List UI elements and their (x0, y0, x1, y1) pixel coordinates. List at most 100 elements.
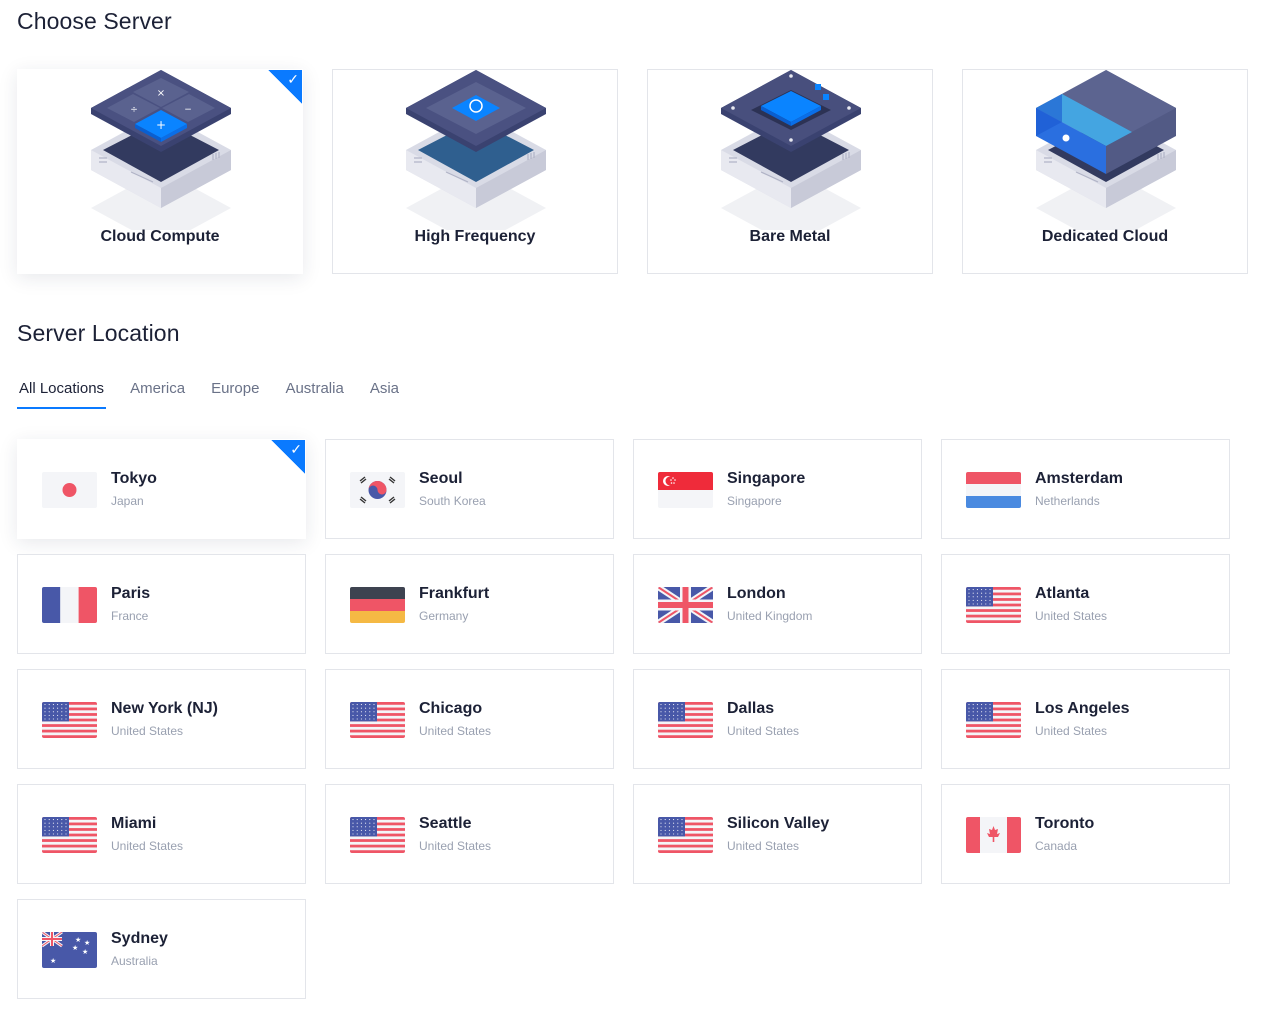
tab-label: Europe (211, 380, 260, 397)
flag-au-icon: ★ ★ ★ ★ ★ (42, 932, 97, 968)
location-city: Silicon Valley (727, 815, 830, 832)
location-country: United States (419, 724, 492, 738)
location-city: Toronto (1035, 815, 1095, 832)
tab-label: All Locations (19, 380, 105, 397)
svg-text:★: ★ (82, 948, 88, 956)
location-card-chicago[interactable]: Chicago United States (325, 669, 614, 769)
choose-server-title: Choose Server (17, 8, 172, 34)
flag-us-icon (966, 702, 1021, 738)
tab-america[interactable]: America (128, 370, 187, 409)
location-card-frankfurt[interactable]: Frankfurt Germany (325, 554, 614, 654)
location-country: United States (1035, 724, 1108, 738)
location-card-sydney[interactable]: ★ ★ ★ ★ ★ Sydney Australia (17, 899, 306, 999)
flag-us-icon (658, 702, 713, 738)
flag-us-icon (350, 702, 405, 738)
server-option-dedicated-cloud[interactable]: Dedicated Cloud (962, 69, 1248, 274)
location-card-amsterdam[interactable]: Amsterdam Netherlands (941, 439, 1230, 539)
server-option-bare-metal[interactable]: Bare Metal (647, 69, 933, 274)
cloud-block-server-icon (1036, 70, 1176, 230)
svg-text:★: ★ (72, 944, 78, 952)
location-city: Seattle (419, 815, 472, 832)
svg-text:★: ★ (84, 939, 90, 947)
location-card-dallas[interactable]: Dallas United States (633, 669, 922, 769)
flag-de-icon (350, 587, 405, 623)
svg-text:★: ★ (50, 957, 56, 965)
location-city: Chicago (419, 700, 483, 717)
server-location-title: Server Location (17, 320, 180, 346)
svg-text:+: + (156, 118, 166, 132)
server-option-label: Dedicated Cloud (1041, 228, 1169, 245)
location-card-paris[interactable]: Paris France (17, 554, 306, 654)
selected-indicator: ✓ (271, 440, 305, 474)
location-country: France (111, 609, 149, 623)
location-country: United States (727, 839, 800, 853)
location-city: Los Angeles (1035, 700, 1130, 717)
server-option-cloud-compute[interactable]: × ÷ − + Cloud Compute ✓ (17, 69, 303, 274)
location-country: United States (1035, 609, 1108, 623)
flag-gb-icon (658, 587, 713, 623)
location-country: United States (111, 724, 184, 738)
location-country: South Korea (419, 494, 486, 508)
checkmark-icon: ✓ (290, 441, 302, 457)
location-city: London (727, 585, 786, 602)
flag-sg-icon (658, 472, 713, 508)
server-option-high-frequency[interactable]: High Frequency (332, 69, 618, 274)
location-card-seoul[interactable]: Seoul South Korea (325, 439, 614, 539)
location-card-toronto[interactable]: Toronto Canada (941, 784, 1230, 884)
location-city: Miami (111, 815, 157, 832)
location-card-miami[interactable]: Miami United States (17, 784, 306, 884)
location-city: Sydney (111, 930, 168, 947)
location-country: United Kingdom (727, 609, 813, 623)
location-city: Atlanta (1035, 585, 1090, 602)
calculator-server-icon: × ÷ − + (91, 70, 231, 230)
location-card-new-york-nj[interactable]: New York (NJ) United States (17, 669, 306, 769)
flag-us-icon (658, 817, 713, 853)
location-country: Australia (111, 954, 158, 968)
flag-fr-icon (42, 587, 97, 623)
tab-australia[interactable]: Australia (283, 370, 345, 409)
location-city: Seoul (419, 470, 463, 487)
server-option-label: Bare Metal (749, 228, 831, 245)
location-city: Frankfurt (419, 585, 490, 602)
location-country: United States (111, 839, 184, 853)
flag-jp-icon (42, 472, 97, 508)
location-tabs: All Locations America Europe Australia A… (17, 370, 423, 410)
server-option-label: Cloud Compute (100, 228, 220, 245)
location-country: Canada (1035, 839, 1078, 853)
tab-label: Australia (285, 380, 344, 397)
flag-nl-icon (966, 472, 1021, 508)
flag-us-icon (966, 587, 1021, 623)
location-country: Netherlands (1035, 494, 1100, 508)
flag-us-icon (350, 817, 405, 853)
location-country: United States (727, 724, 800, 738)
flag-us-icon (42, 702, 97, 738)
location-card-singapore[interactable]: Singapore Singapore (633, 439, 922, 539)
checkmark-icon: ✓ (287, 71, 299, 87)
location-city: Singapore (727, 470, 806, 487)
tab-asia[interactable]: Asia (368, 370, 401, 409)
location-city: Dallas (727, 700, 775, 717)
flag-ca-icon (966, 817, 1021, 853)
server-option-label: High Frequency (414, 228, 536, 245)
location-card-atlanta[interactable]: Atlanta United States (941, 554, 1230, 654)
location-card-seattle[interactable]: Seattle United States (325, 784, 614, 884)
tab-europe[interactable]: Europe (209, 370, 261, 409)
location-card-tokyo[interactable]: Tokyo Japan ✓ (17, 439, 306, 539)
location-city: New York (NJ) (111, 700, 218, 717)
flag-kr-icon (350, 472, 405, 508)
location-country: Singapore (727, 494, 782, 508)
location-card-silicon-valley[interactable]: Silicon Valley United States (633, 784, 922, 884)
location-city: Amsterdam (1035, 470, 1124, 487)
tab-label: America (130, 380, 186, 397)
svg-text:★: ★ (75, 936, 81, 944)
location-country: Japan (111, 494, 144, 508)
tab-all-locations[interactable]: All Locations (17, 370, 107, 409)
chip-server-icon (721, 70, 861, 230)
speedometer-server-icon (406, 70, 546, 230)
location-city: Tokyo (111, 470, 157, 487)
location-card-london[interactable]: London United Kingdom (633, 554, 922, 654)
flag-us-icon (42, 817, 97, 853)
svg-text:÷: ÷ (130, 105, 138, 115)
svg-text:×: × (157, 88, 165, 99)
location-card-los-angeles[interactable]: Los Angeles United States (941, 669, 1230, 769)
